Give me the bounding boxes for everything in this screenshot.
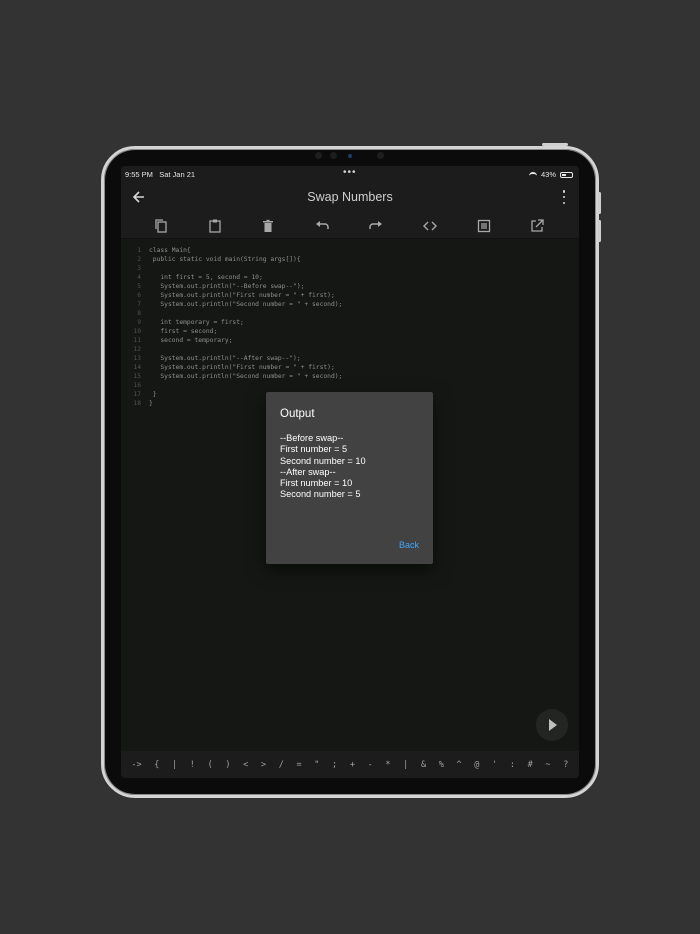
app-bar: Swap Numbers xyxy=(121,182,579,212)
code-line: 15 System.out.println("Second number = "… xyxy=(133,373,343,380)
symbol-key[interactable]: ~ xyxy=(545,760,550,770)
symbol-key[interactable]: < xyxy=(243,760,248,770)
status-right: 43% xyxy=(528,170,573,179)
wifi-icon xyxy=(528,171,537,178)
symbol-key[interactable]: = xyxy=(296,760,301,770)
code-line: 3 xyxy=(137,265,141,272)
front-camera-sensor xyxy=(330,152,337,159)
symbol-key[interactable]: ? xyxy=(563,760,568,770)
code-line: 13 System.out.println("--After swap--"); xyxy=(133,355,301,362)
output-line: Second number = 5 xyxy=(280,489,361,500)
symbol-key[interactable]: ! xyxy=(190,760,195,770)
camera-indicator xyxy=(348,154,352,158)
code-line: 8 xyxy=(137,310,141,317)
symbol-key[interactable]: + xyxy=(350,760,355,770)
delete-icon[interactable] xyxy=(260,218,276,234)
run-button[interactable] xyxy=(536,709,568,741)
code-line: 10 first = second; xyxy=(133,328,218,335)
symbol-key[interactable]: ( xyxy=(208,760,213,770)
output-dialog: Output --Before swap-- First number = 5 … xyxy=(266,392,433,564)
symbol-key[interactable]: & xyxy=(421,760,426,770)
device-volume-up-button xyxy=(598,192,601,214)
dialog-title: Output xyxy=(280,408,315,420)
symbol-key[interactable]: { xyxy=(154,760,159,770)
open-external-icon[interactable] xyxy=(529,218,545,234)
face-id-sensor xyxy=(377,152,384,159)
code-line: 2 public static void main(String args[])… xyxy=(137,256,301,263)
symbol-key[interactable]: : xyxy=(510,760,515,770)
code-line: 6 System.out.println("First number = " +… xyxy=(137,292,335,299)
symbol-key[interactable]: ' xyxy=(492,760,497,770)
code-line: 12 xyxy=(133,346,141,353)
code-line: 7 System.out.println("Second number = " … xyxy=(137,301,343,308)
output-line: Second number = 10 xyxy=(280,455,366,466)
redo-icon[interactable] xyxy=(368,218,384,234)
code-line: 9 int temporary = first; xyxy=(137,319,244,326)
editor-toolbar xyxy=(121,212,579,239)
code-line: 11 second = temporary; xyxy=(133,337,233,344)
output-text: --Before swap-- First number = 5 Second … xyxy=(280,433,366,501)
symbol-key[interactable]: ) xyxy=(225,760,230,770)
device-top-button xyxy=(542,143,568,146)
back-button[interactable]: Back xyxy=(399,540,419,550)
symbol-key[interactable]: * xyxy=(385,760,390,770)
code-line: 4 int first = 5, second = 10; xyxy=(137,274,263,281)
symbol-key[interactable]: # xyxy=(528,760,533,770)
front-camera xyxy=(315,152,322,159)
code-line: 16 xyxy=(133,382,141,389)
code-icon[interactable] xyxy=(422,218,438,234)
undo-icon[interactable] xyxy=(314,218,330,234)
code-line: 14 System.out.println("First number = " … xyxy=(133,364,335,371)
symbol-key-bar: -> { | ! ( ) < > / = " ; + - * | & % ^ @… xyxy=(121,751,579,778)
code-line: 5 System.out.println("--Before swap--"); xyxy=(137,283,305,290)
output-line: First number = 10 xyxy=(280,478,353,489)
copy-icon[interactable] xyxy=(153,218,169,234)
multitasking-dots-icon[interactable]: ••• xyxy=(343,167,357,178)
paste-icon[interactable] xyxy=(207,218,223,234)
status-time: 9:55 PM Sat Jan 21 xyxy=(125,170,196,179)
page-title: Swap Numbers xyxy=(307,190,393,204)
symbol-key[interactable]: " xyxy=(314,760,319,770)
battery-percent: 43% xyxy=(540,170,556,179)
symbol-key[interactable]: % xyxy=(439,760,444,770)
symbol-key[interactable]: @ xyxy=(474,760,479,770)
code-line: 1 class Main{ xyxy=(137,247,191,254)
symbol-key[interactable]: | xyxy=(403,760,408,770)
symbol-key[interactable]: > xyxy=(261,760,266,770)
device-volume-down-button xyxy=(598,220,601,242)
output-line: First number = 5 xyxy=(280,444,348,455)
symbol-key[interactable]: -> xyxy=(131,760,141,770)
output-line: --After swap-- xyxy=(280,466,336,477)
document-icon[interactable] xyxy=(476,218,492,234)
status-bar: 9:55 PM Sat Jan 21 ••• 43% xyxy=(121,166,579,182)
symbol-key[interactable]: ; xyxy=(332,760,337,770)
symbol-key[interactable]: / xyxy=(279,760,284,770)
symbol-key[interactable]: | xyxy=(172,760,177,770)
symbol-key[interactable]: - xyxy=(368,760,373,770)
output-line: --Before swap-- xyxy=(280,433,344,443)
symbol-key[interactable]: ^ xyxy=(457,760,462,770)
more-options-icon[interactable] xyxy=(561,190,567,204)
battery-icon xyxy=(560,171,573,178)
